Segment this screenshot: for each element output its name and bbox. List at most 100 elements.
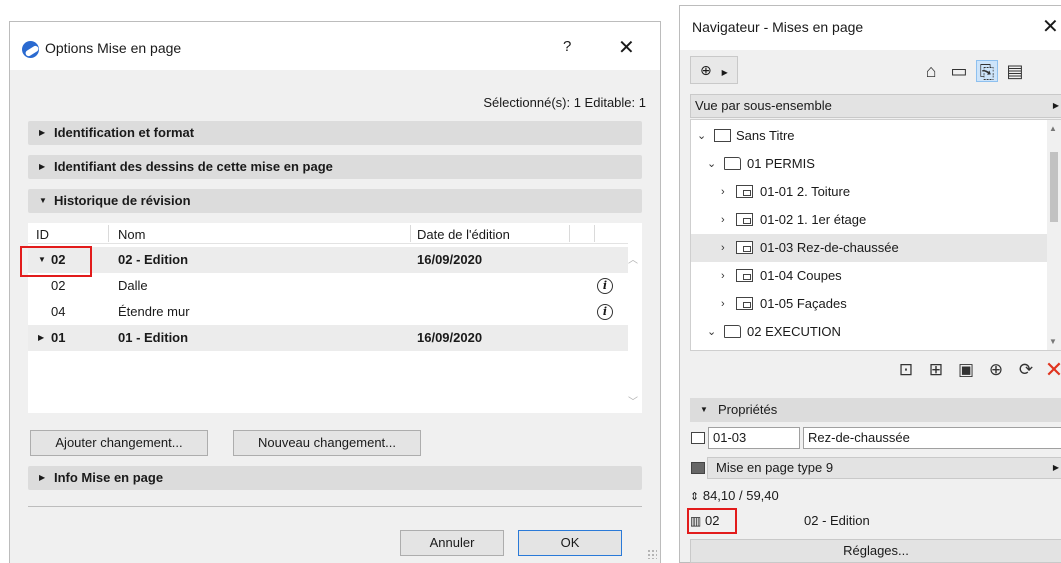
collapse-arrow-icon: ▼ [700, 405, 708, 414]
tree-node-root[interactable]: ⌄ Sans Titre [691, 122, 1047, 150]
update-icon[interactable]: ⟳ [1016, 360, 1036, 380]
section-identification[interactable]: ▶ Identification et format [28, 121, 642, 145]
chevron-right-icon[interactable]: › [721, 178, 725, 206]
view-map-icon[interactable]: ▭ [948, 60, 970, 82]
layout-tree: ⌄ Sans Titre ⌄ 01 PERMIS › 01-01 2. Toit… [690, 119, 1061, 351]
view-select-value: Vue par sous-ensemble [695, 98, 832, 113]
dialog-title: Options Mise en page [45, 40, 182, 56]
layout-options-dialog: Options Mise en page ? ✕ Sélectionné(s):… [9, 21, 661, 563]
tree-node-label: 01-02 1. 1er étage [760, 212, 867, 227]
table-row[interactable]: ▼ 02 02 - Edition 16/09/2020 [28, 247, 628, 273]
new-layout-icon[interactable]: ⊞ [926, 360, 946, 380]
divider [28, 506, 642, 507]
delete-icon[interactable]: ✕ [1044, 359, 1061, 381]
tree-node-layout[interactable]: › 01-05 Façades [691, 290, 1047, 318]
scroll-up-icon[interactable]: ▲ [1049, 124, 1057, 133]
column-name[interactable]: Nom [118, 227, 145, 242]
chevron-right-icon[interactable]: › [721, 234, 725, 262]
tree-node-label: 01-04 Coupes [760, 268, 842, 283]
tree-node-subset[interactable]: ⌄ 01 PERMIS [691, 150, 1047, 178]
tree-node-label: 01-05 Façades [760, 296, 847, 311]
row-name: Étendre mur [118, 304, 190, 319]
close-icon[interactable]: ✕ [1042, 14, 1059, 39]
table-row[interactable]: 02 Dalle i [28, 273, 628, 299]
chevron-down-icon[interactable]: ⌄ [697, 122, 706, 150]
master-layout-value: Mise en page type 9 [716, 460, 834, 475]
new-subset-icon[interactable]: ▣ [956, 360, 976, 380]
expand-arrow-icon[interactable]: ▶ [38, 325, 44, 351]
column-id[interactable]: ID [36, 227, 49, 242]
row-name: 01 - Edition [118, 330, 189, 345]
dropdown-arrow-icon: ▶ [1052, 463, 1059, 472]
new-change-button[interactable]: Nouveau changement... [233, 430, 421, 456]
chevron-right-icon[interactable]: › [721, 290, 725, 318]
dialog-titlebar: Options Mise en page ? ✕ [10, 22, 660, 70]
help-button[interactable]: ? [563, 38, 571, 55]
add-drawing-icon[interactable]: ⊕ [986, 360, 1006, 380]
row-id: 04 [51, 304, 66, 319]
navigator-titlebar: Navigateur - Mises en page ✕ [680, 6, 1061, 50]
new-master-layout-icon[interactable]: ⊡ [896, 360, 916, 380]
cancel-button[interactable]: Annuler [400, 530, 504, 556]
revision-name-value: 02 - Edition [804, 513, 870, 528]
section-drawing-ids[interactable]: ▶ Identifiant des dessins de cette mise … [28, 155, 642, 179]
table-row[interactable]: ▶ 01 01 - Edition 16/09/2020 [28, 325, 628, 351]
row-date: 16/09/2020 [417, 330, 483, 345]
resize-grip-icon[interactable] [647, 549, 657, 559]
layout-name-field[interactable]: Rez-de-chaussée [803, 427, 1061, 449]
master-layout-select[interactable]: Mise en page type 9 ▶ [707, 457, 1061, 479]
subset-folder-icon [724, 325, 741, 338]
expand-arrow-icon: ▶ [39, 128, 46, 137]
layout-sheet-icon [736, 213, 753, 226]
revision-name-row: 02 - Edition [804, 509, 870, 533]
project-map-icon[interactable]: ⌂ [920, 60, 942, 82]
tree-node-layout-selected[interactable]: › 01-03 Rez-de-chaussée [691, 234, 1047, 262]
section-label: Identifiant des dessins de cette mise en… [54, 159, 333, 174]
navigator-title: Navigateur - Mises en page [692, 19, 864, 35]
chevron-down-icon[interactable]: ⌄ [707, 150, 716, 178]
revision-table: ID Nom Date de l'édition ▼ 02 02 - Editi… [28, 223, 642, 413]
chevron-right-icon[interactable]: › [721, 206, 725, 234]
collapse-arrow-icon: ▼ [39, 196, 47, 205]
section-label: Info Mise en page [54, 470, 164, 485]
tree-node-label: 01-01 2. Toiture [760, 184, 851, 199]
section-revision-history[interactable]: ▼ Historique de révision [28, 189, 642, 213]
tree-node-subset[interactable]: ⌄ 02 EXECUTION [691, 318, 1047, 346]
scroll-down-icon[interactable]: ▼ [1049, 337, 1057, 346]
section-info[interactable]: ▶ Info Mise en page [28, 466, 642, 490]
row-id: 01 [51, 330, 66, 345]
table-row[interactable]: 04 Étendre mur i [28, 299, 628, 325]
ok-button[interactable]: OK [518, 530, 622, 556]
tree-actions-bar: ⊡ ⊞ ▣ ⊕ ⟳ ✕ [680, 356, 1061, 386]
chevron-right-icon[interactable]: › [721, 262, 725, 290]
add-change-button[interactable]: Ajouter changement... [30, 430, 208, 456]
subset-folder-icon [724, 157, 741, 170]
view-select[interactable]: Vue par sous-ensemble ▶ [690, 94, 1061, 118]
chevron-down-icon[interactable]: ⌄ [707, 318, 716, 346]
column-date[interactable]: Date de l'édition [417, 227, 510, 242]
selection-info: Sélectionné(s): 1 Editable: 1 [483, 95, 646, 110]
navigator-menu-button[interactable]: ⊕ ▶ [690, 56, 738, 84]
tree-structure-icon: ⊕ [700, 62, 712, 78]
scroll-up-icon[interactable]: ︿ [628, 251, 638, 266]
layout-id-field[interactable]: 01-03 [708, 427, 800, 449]
scrollbar-thumb[interactable] [1050, 152, 1058, 222]
tree-node-layout[interactable]: › 01-02 1. 1er étage [691, 206, 1047, 234]
info-icon[interactable]: i [597, 304, 613, 320]
scroll-down-icon[interactable]: ﹀ [628, 393, 638, 408]
highlight-box [20, 246, 92, 277]
table-header: ID Nom Date de l'édition [28, 223, 628, 244]
properties-header[interactable]: ▼ Propriétés [690, 398, 1061, 422]
row-name: 02 - Edition [118, 252, 189, 267]
layout-book-icon[interactable]: ⎘ [976, 60, 998, 82]
navigator-toolbar: ⊕ ▶ ⌂ ▭ ⎘ ▤ [680, 50, 1061, 90]
layout-sheet-icon [736, 269, 753, 282]
publisher-sets-icon[interactable]: ▤ [1004, 60, 1026, 82]
settings-button[interactable]: Réglages... [690, 539, 1061, 563]
tree-node-layout[interactable]: › 01-01 2. Toiture [691, 178, 1047, 206]
properties-title: Propriétés [718, 402, 778, 417]
tree-scrollbar[interactable]: ▲ ▼ [1047, 120, 1061, 350]
tree-node-layout[interactable]: › 01-04 Coupes [691, 262, 1047, 290]
info-icon[interactable]: i [597, 278, 613, 294]
close-icon[interactable]: ✕ [618, 35, 635, 60]
